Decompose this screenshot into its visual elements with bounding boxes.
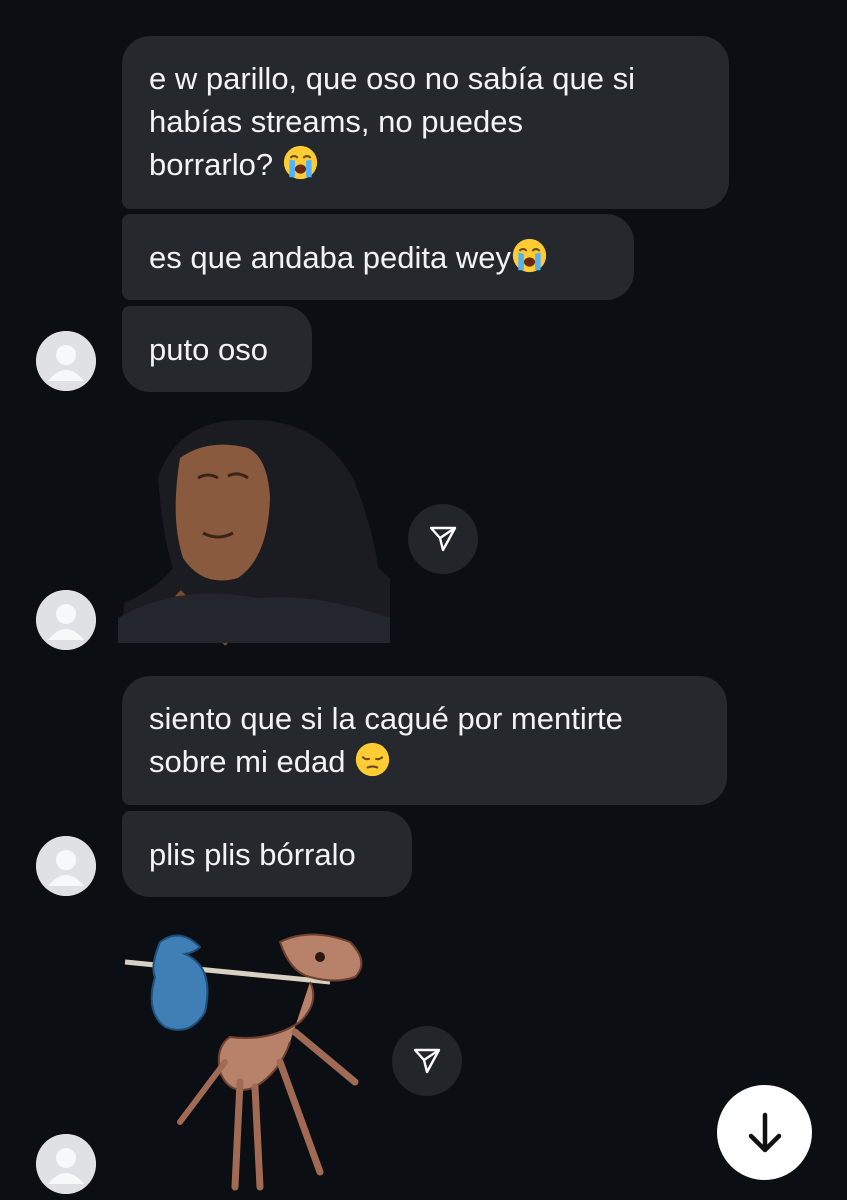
loudly-crying-face-icon — [283, 145, 317, 180]
paper-plane-icon — [413, 1048, 441, 1074]
message-text: es que andaba pedita wey — [149, 240, 511, 275]
avatar[interactable] — [36, 590, 96, 650]
arrow-down-icon — [748, 1112, 781, 1152]
loudly-crying-face-icon — [512, 238, 547, 273]
scroll-to-bottom-button[interactable] — [717, 1085, 812, 1180]
ant-with-bindle-sticker[interactable] — [120, 922, 385, 1192]
share-button[interactable] — [408, 504, 478, 574]
avatar[interactable] — [36, 1134, 96, 1194]
message-bubble[interactable]: puto oso — [122, 306, 312, 392]
message-text: e w parillo, que oso no sabía que si hab… — [149, 61, 635, 182]
share-button[interactable] — [392, 1026, 462, 1096]
paper-plane-icon — [429, 526, 457, 552]
message-bubble[interactable]: siento que si la cagué por mentirte sobr… — [122, 676, 727, 805]
message-bubble[interactable]: e w parillo, que oso no sabía que si hab… — [122, 36, 729, 209]
default-user-avatar-icon — [36, 1134, 96, 1194]
message-text: plis plis bórralo — [149, 837, 356, 872]
avatar[interactable] — [36, 331, 96, 391]
crying-woman-sticker[interactable] — [118, 418, 393, 646]
pensive-face-icon — [355, 742, 390, 777]
message-text: puto oso — [149, 332, 268, 367]
default-user-avatar-icon — [36, 836, 96, 896]
message-bubble[interactable]: plis plis bórralo — [122, 811, 412, 897]
default-user-avatar-icon — [36, 590, 96, 650]
message-bubble[interactable]: es que andaba pedita wey — [122, 214, 634, 300]
avatar[interactable] — [36, 836, 96, 896]
default-user-avatar-icon — [36, 331, 96, 391]
